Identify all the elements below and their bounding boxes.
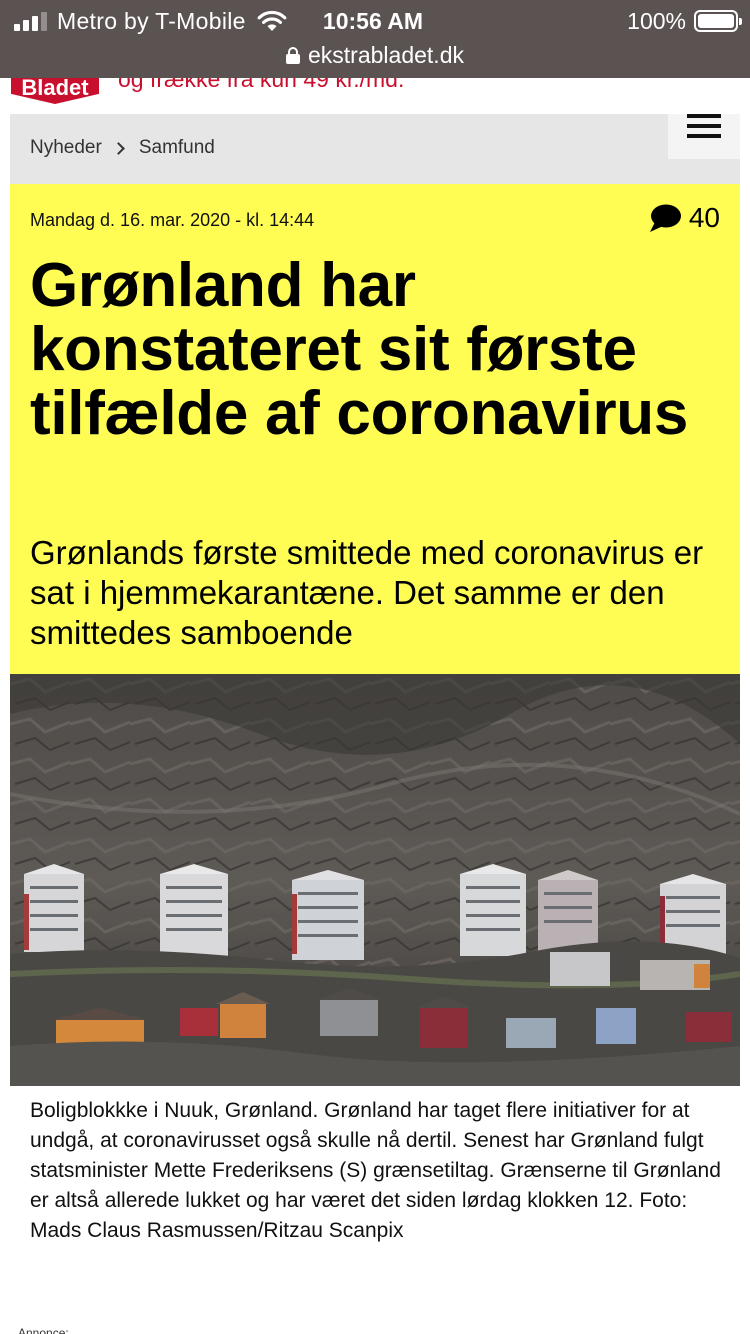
subscription-banner[interactable]: Bladet og frække fra kun 49 kr./md. (0, 78, 750, 112)
breadcrumb: Nyheder Samfund (30, 114, 215, 182)
url-text: ekstrabladet.dk (308, 41, 464, 68)
comment-count: 40 (688, 202, 720, 233)
breadcrumb-bar: Nyheder Samfund (10, 114, 740, 184)
publish-date: Mandag d. 16. mar. 2020 - kl. 14:44 (30, 210, 315, 230)
photo-caption: Boligblokkke i Nuuk, Grønland. Grønland … (30, 1099, 721, 1242)
article-headline: Grønland har konstateret sit første tilf… (30, 251, 689, 448)
comment-bubble-icon (649, 204, 681, 232)
article-subheadline: Grønlands første smittede med coronaviru… (30, 534, 704, 651)
battery-percentage: 100% (627, 7, 686, 34)
address-bar[interactable]: ekstrabladet.dk (0, 40, 750, 70)
banner-text[interactable]: og frække fra kun 49 kr./md. (118, 78, 404, 93)
lock-icon (286, 46, 300, 64)
status-bar: Metro by T-Mobile 10:56 AM 100% ekstrabl… (0, 0, 750, 78)
cellular-signal-icon (14, 11, 47, 31)
status-left: Metro by T-Mobile (14, 8, 288, 34)
menu-icon (687, 114, 721, 118)
ad-label: Annonce: (18, 1326, 69, 1334)
chevron-right-icon (111, 141, 125, 155)
hamburger-menu-button[interactable] (668, 114, 740, 159)
breadcrumb-item-nyheder[interactable]: Nyheder (30, 137, 102, 159)
breadcrumb-item-samfund[interactable]: Samfund (139, 137, 215, 159)
wifi-icon (257, 10, 287, 31)
article-photo[interactable] (10, 674, 740, 1086)
ekstrabladet-logo[interactable]: Bladet (11, 78, 99, 104)
nuuk-photo-illustration (10, 674, 740, 1086)
article-header: Mandag d. 16. mar. 2020 - kl. 14:44 40 G… (10, 184, 740, 674)
comments-link[interactable]: 40 (649, 202, 720, 234)
carrier-name: Metro by T-Mobile (57, 7, 246, 34)
status-right: 100% (627, 7, 742, 34)
battery-icon (694, 10, 742, 32)
